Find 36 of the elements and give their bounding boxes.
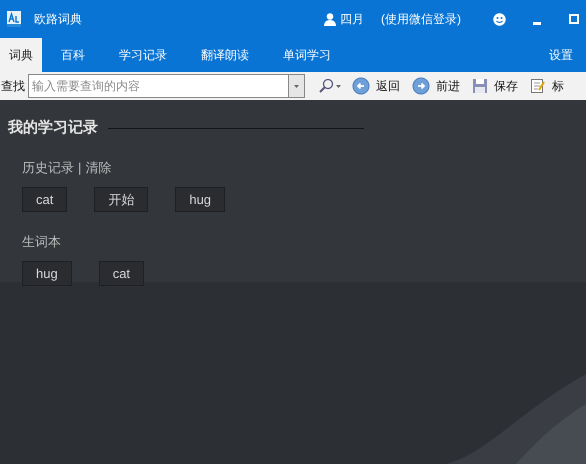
caret-icon <box>294 84 299 88</box>
history-title: 历史记录 <box>22 158 74 176</box>
nav-tab[interactable]: 单词学习 <box>270 38 344 72</box>
user-icon <box>324 12 336 26</box>
nav-tab[interactable]: 学习记录 <box>106 38 180 72</box>
word-chip[interactable]: hug <box>175 187 226 212</box>
dropdown-button[interactable] <box>288 74 305 98</box>
caret-icon <box>336 84 341 88</box>
search-button[interactable] <box>318 78 341 94</box>
nav-tab[interactable]: 百科 <box>48 38 98 72</box>
word-chip[interactable]: cat <box>98 260 144 286</box>
search-icon <box>318 78 334 94</box>
smiley-icon[interactable] <box>493 12 506 26</box>
search-label: 查找 <box>1 78 25 95</box>
settings-tab[interactable]: 设置 <box>536 38 586 72</box>
wordbook-title: 生词本 <box>22 233 62 251</box>
nav-tab[interactable]: 翻译朗读 <box>188 38 262 72</box>
separator: | <box>78 158 82 177</box>
notepad-icon <box>530 78 546 94</box>
word-chip[interactable]: hug <box>22 260 72 286</box>
maximize-icon[interactable] <box>569 14 579 24</box>
toolbar-button[interactable]: 保存 <box>471 77 519 95</box>
minimize-icon[interactable] <box>533 22 541 24</box>
section-title: 我的学习记录 <box>8 118 98 138</box>
toolbar-button[interactable]: 标 <box>529 77 565 95</box>
search-field[interactable]: 输入需要查询的内容 <box>28 74 288 98</box>
user-name[interactable]: 四月 <box>340 10 364 28</box>
window-title: 欧路词典 <box>34 11 82 28</box>
nav-tab[interactable]: 词典 <box>0 38 42 72</box>
clear-link[interactable]: 清除 <box>85 158 112 177</box>
wechat-login-link[interactable]: (使用微信登录) <box>381 10 461 28</box>
word-chip[interactable]: 开始 <box>94 187 148 212</box>
toolbar-button[interactable]: 前进 <box>411 77 461 95</box>
word-chip[interactable]: cat <box>22 187 68 212</box>
app-logo-icon <box>7 11 21 27</box>
toolbar-button[interactable]: 返回 <box>351 77 401 95</box>
